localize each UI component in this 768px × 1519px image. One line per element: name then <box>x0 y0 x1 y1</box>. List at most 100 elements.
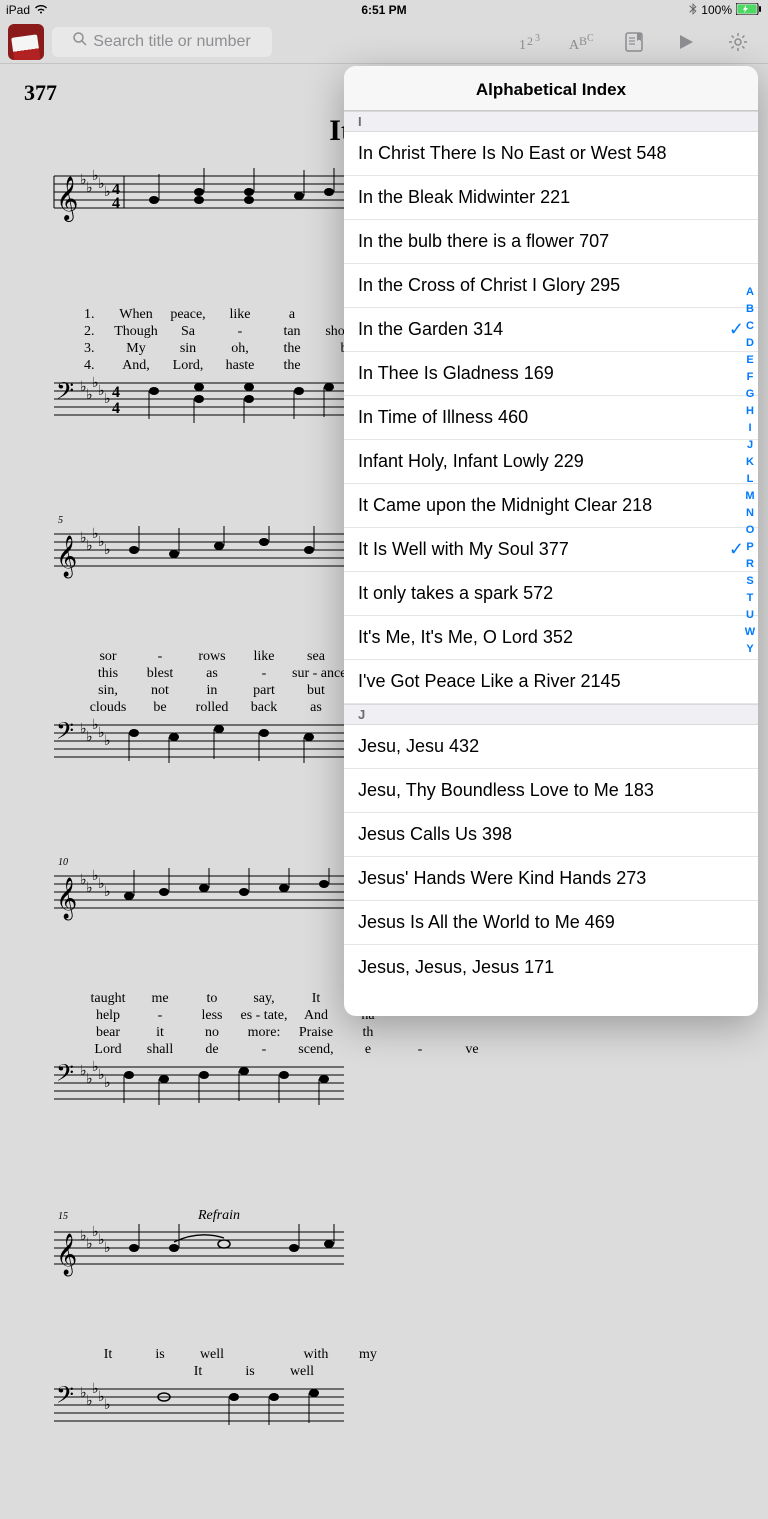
svg-text:3: 3 <box>535 33 540 44</box>
staff-treble-4: 𝄞♭♭♭♭♭ <box>24 1224 744 1341</box>
svg-text:♭: ♭ <box>104 885 111 900</box>
alpha-letter[interactable]: G <box>744 388 756 400</box>
alpha-letter[interactable]: S <box>744 575 756 587</box>
index-item[interactable]: In Time of Illness 460 <box>344 396 758 440</box>
status-bar: iPad 6:51 PM 100% <box>0 0 768 20</box>
alpha-index-button[interactable]: ABC <box>560 20 604 64</box>
alpha-letter[interactable]: R <box>744 558 756 570</box>
battery-pct: 100% <box>701 3 732 17</box>
svg-text:𝄢: 𝄢 <box>56 719 74 750</box>
svg-text:4: 4 <box>112 384 120 401</box>
svg-text:1: 1 <box>519 38 526 53</box>
search-placeholder: Search title or number <box>93 33 250 51</box>
index-item-label: Infant Holy, Infant Lowly 229 <box>358 451 584 472</box>
svg-text:♭: ♭ <box>104 734 111 749</box>
alpha-letter[interactable]: N <box>744 507 756 519</box>
alpha-letter[interactable]: P <box>744 541 756 553</box>
alpha-letter[interactable]: U <box>744 609 756 621</box>
index-item[interactable]: In Thee Is Gladness 169 <box>344 352 758 396</box>
staff-bass-3: 𝄢♭♭♭♭♭ <box>24 1059 744 1185</box>
clock: 6:51 PM <box>361 3 406 17</box>
carrier-label: iPad <box>6 3 30 17</box>
index-item-label: Jesus Calls Us 398 <box>358 824 512 845</box>
alpha-letter[interactable]: W <box>744 626 756 638</box>
index-item[interactable]: In Christ There Is No East or West 548 <box>344 132 758 176</box>
index-item-label: In Christ There Is No East or West 548 <box>358 143 666 164</box>
index-item[interactable]: Jesus Is All the World to Me 469 <box>344 901 758 945</box>
index-item[interactable]: It Came upon the Midnight Clear 218 <box>344 484 758 528</box>
svg-text:♭: ♭ <box>104 392 111 407</box>
alpha-letter[interactable]: A <box>744 286 756 298</box>
check-icon: ✓ <box>729 319 744 340</box>
check-icon: ✓ <box>729 539 744 560</box>
toolbar: Search title or number 123 ABC <box>0 20 768 64</box>
alpha-letter[interactable]: D <box>744 337 756 349</box>
index-item-label: Jesu, Jesu 432 <box>358 736 479 757</box>
index-item[interactable]: Jesu, Jesu 432 <box>344 725 758 769</box>
alpha-letter[interactable]: L <box>744 473 756 485</box>
index-item-label: In Time of Illness 460 <box>358 407 528 428</box>
popover-title: Alphabetical Index <box>344 66 758 111</box>
svg-text:♭: ♭ <box>104 1398 111 1413</box>
alpha-letter[interactable]: B <box>744 303 756 315</box>
index-item[interactable]: Jesu, Thy Boundless Love to Me 183 <box>344 769 758 813</box>
svg-text:B: B <box>579 34 587 48</box>
alpha-scrubber[interactable]: ABCDEFGHIJKLMNOPRSTUWY <box>744 286 756 655</box>
alpha-letter[interactable]: E <box>744 354 756 366</box>
index-item-label: It Came upon the Midnight Clear 218 <box>358 495 652 516</box>
bookmark-button[interactable] <box>612 20 656 64</box>
alpha-letter[interactable]: J <box>744 439 756 451</box>
search-icon <box>73 32 87 51</box>
index-item[interactable]: I've Got Peace Like a River 2145 <box>344 660 758 704</box>
index-item-label: It only takes a spark 572 <box>358 583 553 604</box>
svg-text:C: C <box>587 33 594 44</box>
section-header: J <box>344 704 758 725</box>
index-item[interactable]: It's Me, It's Me, O Lord 352 <box>344 616 758 660</box>
bluetooth-icon <box>689 3 697 18</box>
svg-text:𝄞: 𝄞 <box>56 877 77 920</box>
svg-text:4: 4 <box>112 195 120 212</box>
alpha-index-popover: Alphabetical Index I In Christ There Is N… <box>344 66 758 1016</box>
status-left: iPad <box>6 3 48 17</box>
alpha-letter[interactable]: Y <box>744 643 756 655</box>
svg-text:𝄞: 𝄞 <box>56 535 77 578</box>
index-item-label: In Thee Is Gladness 169 <box>358 363 554 384</box>
alpha-letter[interactable]: C <box>744 320 756 332</box>
settings-button[interactable] <box>716 20 760 64</box>
app-icon[interactable] <box>8 24 44 60</box>
play-button[interactable] <box>664 20 708 64</box>
index-item-label: In the Cross of Christ I Glory 295 <box>358 275 620 296</box>
svg-text:𝄞: 𝄞 <box>56 177 78 222</box>
svg-text:2: 2 <box>527 34 533 48</box>
index-item[interactable]: In the Bleak Midwinter 221 <box>344 176 758 220</box>
index-item[interactable]: Jesus, Jesus, Jesus 171 <box>344 945 758 989</box>
lyric-line: bearitnomore:Praiseth <box>84 1025 744 1041</box>
svg-text:𝄞: 𝄞 <box>56 1233 77 1276</box>
search-input[interactable]: Search title or number <box>52 27 272 57</box>
alpha-letter[interactable]: F <box>744 371 756 383</box>
index-item[interactable]: It Is Well with My Soul 377✓ <box>344 528 758 572</box>
numeric-index-button[interactable]: 123 <box>508 20 552 64</box>
index-item[interactable]: Jesus Calls Us 398 <box>344 813 758 857</box>
alpha-letter[interactable]: H <box>744 405 756 417</box>
svg-text:♭: ♭ <box>104 543 111 558</box>
index-item[interactable]: Infant Holy, Infant Lowly 229 <box>344 440 758 484</box>
index-item-label: Jesus, Jesus, Jesus 171 <box>358 957 554 978</box>
index-item-label: It's Me, It's Me, O Lord 352 <box>358 627 573 648</box>
battery-icon <box>736 3 762 18</box>
alpha-letter[interactable]: M <box>744 490 756 502</box>
index-item[interactable]: It only takes a spark 572 <box>344 572 758 616</box>
index-item-label: Jesus' Hands Were Kind Hands 273 <box>358 868 646 889</box>
index-item-label: Jesus Is All the World to Me 469 <box>358 912 615 933</box>
alpha-letter[interactable]: T <box>744 592 756 604</box>
index-item[interactable]: In the bulb there is a flower 707 <box>344 220 758 264</box>
popover-body[interactable]: I In Christ There Is No East or West 548 I… <box>344 111 758 1016</box>
alpha-letter[interactable]: K <box>744 456 756 468</box>
index-item[interactable]: In the Garden 314✓ <box>344 308 758 352</box>
index-item-label: In the Bleak Midwinter 221 <box>358 187 570 208</box>
index-item[interactable]: Jesus' Hands Were Kind Hands 273 <box>344 857 758 901</box>
alpha-letter[interactable]: I <box>744 422 756 434</box>
index-item[interactable]: In the Cross of Christ I Glory 295 <box>344 264 758 308</box>
alpha-letter[interactable]: O <box>744 524 756 536</box>
section-header: I <box>344 111 758 132</box>
